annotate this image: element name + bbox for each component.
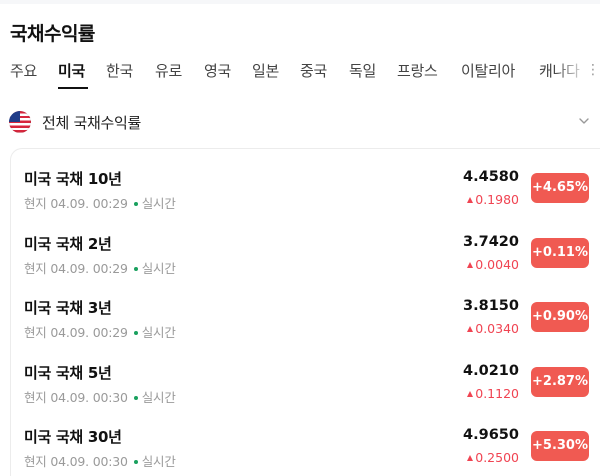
- page: 국채수익률 주요 미국 한국 유로 영국 일본 중국 독일 프랑스 이탈리아 캐…: [0, 0, 600, 476]
- tab-major[interactable]: 주요: [10, 60, 37, 81]
- live-dot-icon: [133, 330, 138, 335]
- bond-change-value: 0.1980: [475, 192, 519, 207]
- bond-name: 미국 국채 30년: [24, 428, 122, 446]
- up-arrow-icon: [467, 262, 474, 268]
- up-arrow-icon: [467, 391, 474, 397]
- tab-scroll-icon[interactable]: ⋮: [586, 62, 600, 78]
- bond-row-2y[interactable]: 미국 국채 2년 현지 04.09. 00:29 실시간 3.7420 0.004…: [0, 219, 600, 283]
- bond-yield-value: 4.0210: [463, 363, 519, 379]
- live-dot-icon: [133, 459, 138, 464]
- bond-status: 실시간: [141, 196, 176, 211]
- bond-meta: 현지 04.09. 00:29 실시간: [24, 258, 176, 277]
- bond-change: 0.2500: [467, 450, 519, 465]
- bond-yield-value: 4.4580: [463, 169, 519, 185]
- change-percent-badge: +2.87%: [531, 367, 589, 397]
- country-tab-strip: 주요 미국 한국 유로 영국 일본 중국 독일 프랑스 이탈리아 캐나다 ⋮: [0, 56, 600, 92]
- yield-filter-dropdown[interactable]: 전체 국채수익률: [0, 100, 600, 144]
- tab-germany[interactable]: 독일: [349, 60, 376, 81]
- bond-change-value: 0.0340: [475, 321, 519, 336]
- up-arrow-icon: [467, 326, 474, 332]
- tab-china[interactable]: 중국: [300, 60, 327, 81]
- bond-meta: 현지 04.09. 00:29 실시간: [24, 193, 176, 212]
- bond-time: 현지 04.09. 00:29: [24, 325, 128, 340]
- bond-change-value: 0.0040: [475, 257, 519, 272]
- bond-meta: 현지 04.09. 00:30 실시간: [24, 387, 176, 406]
- chevron-down-icon: [579, 118, 589, 124]
- live-dot-icon: [133, 201, 138, 206]
- bond-name: 미국 국채 3년: [24, 299, 112, 317]
- bond-change: 0.1980: [467, 192, 519, 207]
- tab-euro[interactable]: 유로: [155, 60, 182, 81]
- bond-time: 현지 04.09. 00:29: [24, 261, 128, 276]
- bond-meta: 현지 04.09. 00:30 실시간: [24, 451, 176, 470]
- bond-change-value: 0.2500: [475, 450, 519, 465]
- bond-meta: 현지 04.09. 00:29 실시간: [24, 322, 176, 341]
- bond-status: 실시간: [141, 390, 176, 405]
- tab-uk[interactable]: 영국: [204, 60, 231, 81]
- bond-time: 현지 04.09. 00:30: [24, 390, 128, 405]
- change-percent-badge: +5.30%: [531, 431, 589, 461]
- bond-row-3y[interactable]: 미국 국채 3년 현지 04.09. 00:29 실시간 3.8150 0.034…: [0, 283, 600, 347]
- bond-name: 미국 국채 5년: [24, 364, 112, 382]
- bond-change-value: 0.1120: [475, 386, 519, 401]
- tab-japan[interactable]: 일본: [252, 60, 279, 81]
- bond-row-30y[interactable]: 미국 국채 30년 현지 04.09. 00:30 실시간 4.9650 0.25…: [0, 412, 600, 476]
- change-percent-badge: +0.90%: [531, 302, 589, 332]
- us-flag-icon: [9, 111, 31, 133]
- bond-row-10y[interactable]: 미국 국채 10년 현지 04.09. 00:29 실시간 4.4580 0.19…: [0, 154, 600, 218]
- bond-time: 현지 04.09. 00:29: [24, 196, 128, 211]
- bond-status: 실시간: [141, 325, 176, 340]
- bond-yield-value: 3.8150: [463, 298, 519, 314]
- active-tab-indicator: [58, 87, 88, 89]
- change-percent-badge: +4.65%: [531, 173, 589, 203]
- bond-name: 미국 국채 10년: [24, 170, 122, 188]
- change-percent-badge: +0.11%: [531, 238, 589, 268]
- bond-change: 0.0340: [467, 321, 519, 336]
- bond-status: 실시간: [141, 261, 176, 276]
- tab-korea[interactable]: 한국: [106, 60, 133, 81]
- bond-time: 현지 04.09. 00:30: [24, 454, 128, 469]
- bond-yield-value: 4.9650: [463, 427, 519, 443]
- page-title: 국채수익률: [10, 23, 95, 45]
- tab-usa[interactable]: 미국: [58, 60, 85, 81]
- tab-france[interactable]: 프랑스: [397, 60, 438, 81]
- top-band: [0, 0, 600, 4]
- up-arrow-icon: [467, 197, 474, 203]
- live-dot-icon: [133, 395, 138, 400]
- bond-change: 0.1120: [467, 386, 519, 401]
- live-dot-icon: [133, 266, 138, 271]
- tab-italy[interactable]: 이탈리아: [461, 60, 515, 81]
- filter-label: 전체 국채수익률: [42, 114, 141, 132]
- bond-yield-value: 3.7420: [463, 234, 519, 250]
- up-arrow-icon: [467, 455, 474, 461]
- bond-status: 실시간: [141, 454, 176, 469]
- bond-change: 0.0040: [467, 257, 519, 272]
- bond-name: 미국 국채 2년: [24, 235, 112, 253]
- bond-row-5y[interactable]: 미국 국채 5년 현지 04.09. 00:30 실시간 4.0210 0.112…: [0, 348, 600, 412]
